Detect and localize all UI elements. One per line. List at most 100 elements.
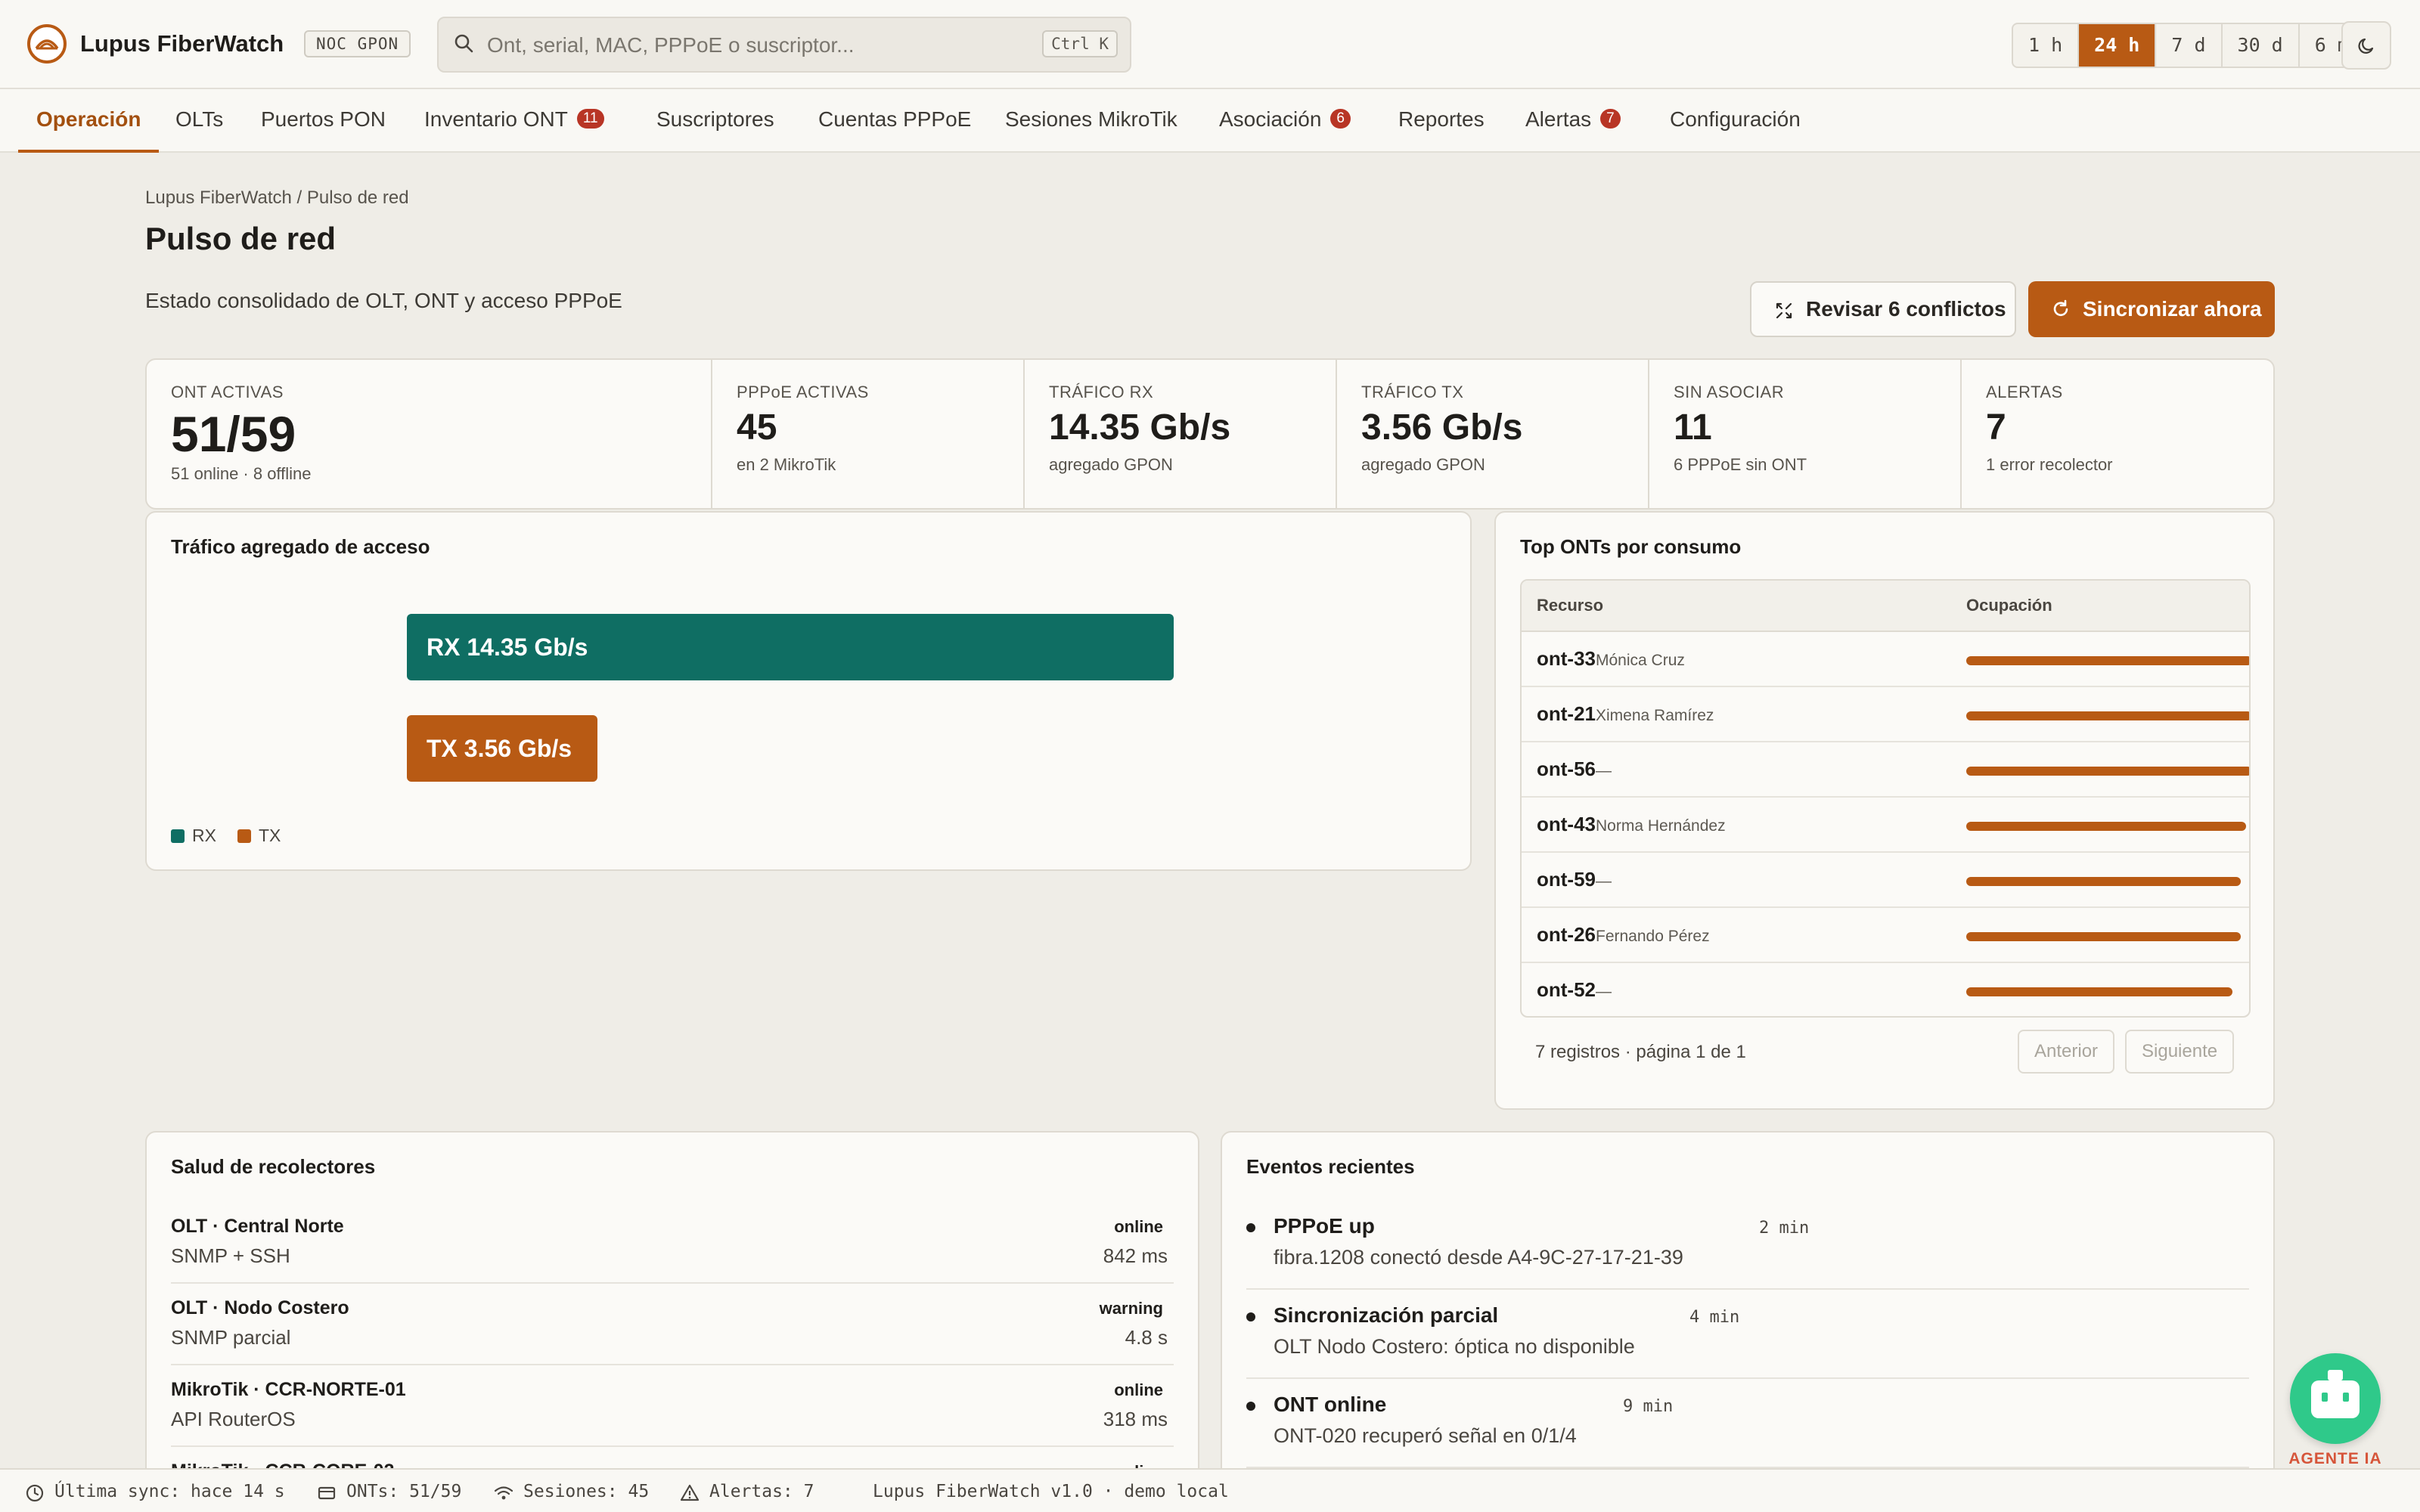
count-badge: 7 bbox=[1600, 108, 1621, 129]
table-row[interactable]: ont-26Fernando Pérez bbox=[1522, 908, 2249, 963]
top-bar: Lupus FiberWatch NOC GPON Ctrl K 1 h 24 … bbox=[0, 0, 2420, 89]
main-nav: Operación OLTs Puertos PON Inventario ON… bbox=[0, 89, 2420, 153]
event-row[interactable]: Sincronización parcial 4 min OLT Nodo Co… bbox=[1246, 1290, 2249, 1379]
theme-toggle-button[interactable] bbox=[2341, 21, 2391, 70]
range-30d[interactable]: 30 d bbox=[2223, 24, 2300, 67]
collector-row[interactable]: OLT · Central Norte SNMP + SSH online 84… bbox=[171, 1202, 1174, 1284]
occupancy-fill bbox=[1966, 877, 2241, 886]
subscriber-name: Ximena Ramírez bbox=[1596, 707, 1714, 724]
search-input[interactable] bbox=[487, 29, 1001, 62]
kpi-trafico-tx: TRÁFICO TX 3.56 Gb/s agregado GPON bbox=[1337, 360, 1649, 508]
legend-rx: RX bbox=[171, 826, 216, 846]
occupancy-fill bbox=[1966, 767, 2249, 776]
tab-inventario-ont[interactable]: Inventario ONT 11 bbox=[424, 89, 604, 153]
search-shortcut-hint: Ctrl K bbox=[1042, 30, 1118, 57]
collectors-title: Salud de recolectores bbox=[171, 1155, 376, 1178]
ont-id: ont-33 bbox=[1537, 647, 1596, 670]
status-badge: online bbox=[1114, 1380, 1163, 1399]
occupancy-bar bbox=[1966, 987, 2249, 996]
legend-swatch-tx bbox=[237, 829, 251, 843]
tab-alertas[interactable]: Alertas 7 bbox=[1525, 89, 1621, 153]
ont-id: ont-59 bbox=[1537, 868, 1596, 891]
table-row[interactable]: ont-59— bbox=[1522, 853, 2249, 908]
table-row[interactable]: ont-52— bbox=[1522, 963, 2249, 1016]
moon-icon bbox=[2358, 38, 2374, 54]
kpi-alertas: ALERTAS 7 1 error recolector bbox=[1986, 383, 2113, 474]
legend-swatch-rx bbox=[171, 829, 185, 843]
ont-id: ont-52 bbox=[1537, 978, 1596, 1001]
events-title: Eventos recientes bbox=[1246, 1155, 1415, 1178]
occupancy-bar bbox=[1966, 711, 2249, 720]
sync-now-button[interactable]: Sincronizar ahora bbox=[2028, 281, 2275, 337]
tab-configuracion[interactable]: Configuración bbox=[1670, 89, 1801, 153]
wifi-icon bbox=[494, 1486, 513, 1500]
tab-cuentas-pppoe[interactable]: Cuentas PPPoE bbox=[818, 89, 971, 153]
ont-id: ont-56 bbox=[1537, 758, 1596, 780]
event-row[interactable]: ONT online 9 min ONT-020 recuperó señal … bbox=[1246, 1379, 2249, 1468]
time-range-selector: 1 h 24 h 7 d 30 d 6 m bbox=[2012, 23, 2366, 68]
pager-next-button[interactable]: Siguiente bbox=[2125, 1030, 2235, 1074]
column-header-recurso[interactable]: Recurso bbox=[1537, 596, 1603, 615]
refresh-icon bbox=[2053, 299, 2068, 316]
traffic-card: Tráfico agregado de acceso RX 14.35 Gb/s… bbox=[145, 511, 1472, 871]
range-7d[interactable]: 7 d bbox=[2156, 24, 2223, 67]
column-header-ocupacion[interactable]: Ocupación bbox=[1966, 596, 2052, 615]
status-badge: online bbox=[1114, 1217, 1163, 1236]
server-icon bbox=[318, 1486, 336, 1500]
kpi-sin-asociar: SIN ASOCIAR 11 6 PPPoE sin ONT bbox=[1649, 360, 1962, 508]
ont-id: ont-21 bbox=[1537, 702, 1596, 725]
breadcrumb: Lupus FiberWatch / Pulso de red bbox=[145, 187, 409, 208]
range-1h[interactable]: 1 h bbox=[2013, 24, 2080, 67]
tab-operacion[interactable]: Operación bbox=[17, 89, 160, 153]
table-row[interactable]: ont-43Norma Hernández bbox=[1522, 798, 2249, 853]
occupancy-bar bbox=[1966, 877, 2249, 886]
ont-id: ont-43 bbox=[1537, 813, 1596, 835]
resource-cell: ont-26Fernando Pérez bbox=[1537, 923, 1710, 947]
kpi-trafico-rx: TRÁFICO RX 14.35 Gb/s agregado GPON bbox=[1025, 360, 1337, 508]
legend-tx: TX bbox=[237, 826, 281, 846]
event-row[interactable]: PPPoE up 2 min fibra.1208 conectó desde … bbox=[1246, 1201, 2249, 1290]
subscriber-name: — bbox=[1596, 872, 1612, 890]
bar-rx: RX 14.35 Gb/s bbox=[407, 614, 1174, 680]
ai-agent-launcher[interactable]: AGENTE IA bbox=[2288, 1353, 2382, 1471]
agent-label: AGENTE IA bbox=[2288, 1450, 2382, 1467]
tab-sesiones-mikrotik[interactable]: Sesiones MikroTik bbox=[1005, 89, 1177, 153]
tab-olts[interactable]: OLTs bbox=[175, 89, 223, 153]
occupancy-bar bbox=[1966, 822, 2249, 831]
tab-suscriptores[interactable]: Suscriptores bbox=[656, 89, 774, 153]
review-conflicts-button[interactable]: Revisar 6 conflictos bbox=[1750, 281, 2016, 337]
occupancy-fill bbox=[1966, 987, 2232, 996]
occupancy-bar bbox=[1966, 656, 2249, 665]
global-search[interactable]: Ctrl K bbox=[437, 17, 1131, 73]
top-onts-title: Top ONTs por consumo bbox=[1520, 535, 1742, 558]
robot-icon bbox=[2290, 1353, 2381, 1444]
occupancy-fill bbox=[1966, 711, 2249, 720]
tab-reportes[interactable]: Reportes bbox=[1398, 89, 1485, 153]
range-24h[interactable]: 24 h bbox=[2079, 24, 2157, 67]
occupancy-fill bbox=[1966, 656, 2249, 665]
collector-row[interactable]: OLT · Nodo Costero SNMP parcial warning … bbox=[171, 1284, 1174, 1365]
pager-prev-button[interactable]: Anterior bbox=[2018, 1030, 2115, 1074]
bar-tx: TX 3.56 Gb/s bbox=[407, 715, 597, 782]
app-logo-icon bbox=[27, 24, 67, 64]
table-row[interactable]: ont-33Mónica Cruz bbox=[1522, 632, 2249, 687]
occupancy-bar bbox=[1966, 767, 2249, 776]
top-onts-table: Recurso Ocupación ont-33Mónica Cruz ont-2… bbox=[1520, 579, 2251, 1018]
table-row[interactable]: ont-56— bbox=[1522, 742, 2249, 798]
resource-cell: ont-33Mónica Cruz bbox=[1537, 647, 1685, 671]
traffic-card-title: Tráfico agregado de acceso bbox=[171, 535, 430, 558]
events-card: Eventos recientes PPPoE up 2 min fibra.1… bbox=[1221, 1131, 2275, 1512]
table-row[interactable]: ont-21Ximena Ramírez bbox=[1522, 687, 2249, 742]
subscriber-name: — bbox=[1596, 983, 1612, 1000]
table-header: Recurso Ocupación bbox=[1522, 581, 2249, 632]
status-version: Lupus FiberWatch v1.0 · demo local bbox=[873, 1482, 1229, 1501]
warning-triangle-icon bbox=[680, 1484, 700, 1501]
search-icon bbox=[455, 34, 473, 53]
environment-badge: NOC GPON bbox=[304, 30, 411, 57]
collector-row[interactable]: MikroTik · CCR-NORTE-01 API RouterOS onl… bbox=[171, 1365, 1174, 1447]
page-title: Pulso de red bbox=[145, 221, 337, 256]
kpi-pppoe-activas: PPPoE ACTIVAS 45 en 2 MikroTik bbox=[712, 360, 1025, 508]
tab-puertos-pon[interactable]: Puertos PON bbox=[261, 89, 386, 153]
page-subtitle: Estado consolidado de OLT, ONT y acceso … bbox=[145, 289, 622, 312]
tab-asociacion[interactable]: Asociación 6 bbox=[1219, 89, 1351, 153]
